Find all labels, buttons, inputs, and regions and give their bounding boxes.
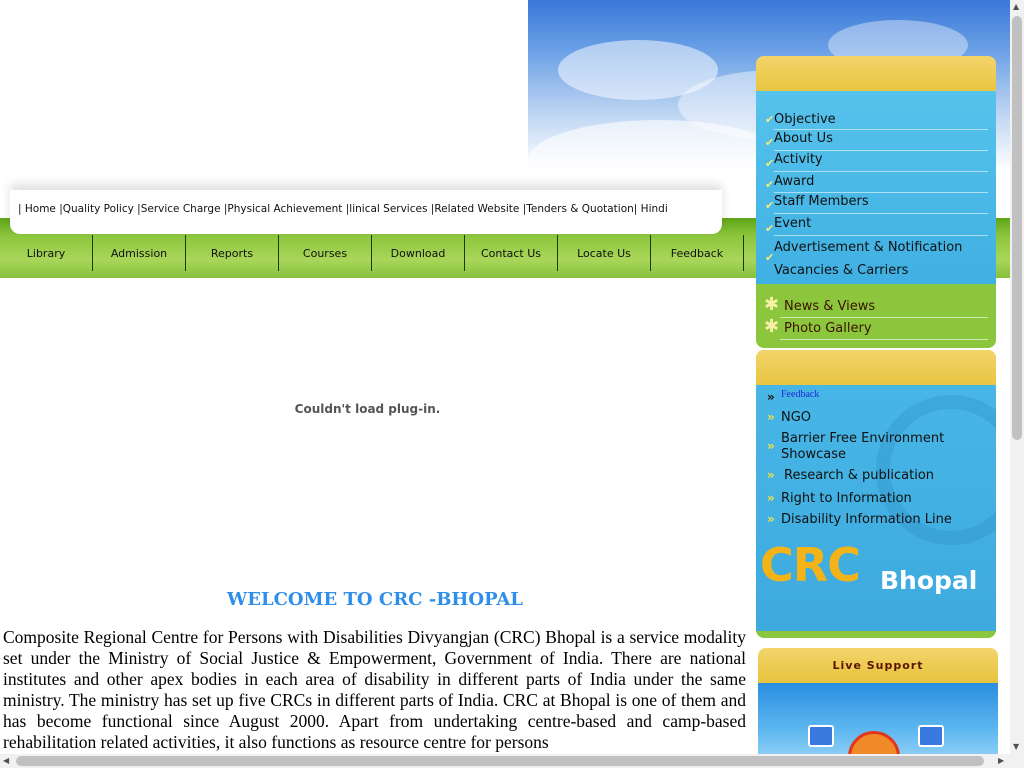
scroll-left-icon[interactable]: ◀ [3, 756, 9, 765]
double-chevron-icon: » [767, 390, 775, 404]
crc-logo-city: Bhopal [880, 566, 978, 595]
nav-courses[interactable]: Courses [279, 235, 372, 271]
star-bullet-icon: ✱ [764, 316, 780, 337]
nav-download[interactable]: Download [372, 235, 465, 271]
sidebar-item-news-views[interactable]: News & Views [784, 299, 875, 314]
top-link-physical-achievement[interactable]: |Physical Achievement [221, 203, 343, 215]
sidebar-item-award[interactable]: Award [774, 174, 814, 189]
top-link-related-website[interactable]: |Related Website [427, 203, 520, 215]
monitor-icon [918, 725, 944, 747]
sidebar-menu-panel: ✔ Objective ✔ About Us ✔ Activity ✔ Awar… [756, 56, 996, 348]
nav-contact-us[interactable]: Contact Us [465, 235, 558, 271]
checkmark-icon: ✔ [765, 222, 775, 235]
divider [774, 235, 988, 236]
sidebar-link-disability-line[interactable]: Disability Information Line [781, 512, 952, 528]
double-chevron-icon: » [767, 491, 775, 505]
welcome-title: WELCOME TO CRC -BHOPAL [227, 589, 523, 610]
sidebar-item-objective[interactable]: Objective [774, 112, 836, 127]
top-link-clinical-services[interactable]: |linical Services [342, 203, 428, 215]
nav-feedback[interactable]: Feedback [651, 235, 744, 271]
double-chevron-icon: » [767, 468, 775, 482]
star-bullet-icon: ✱ [764, 294, 780, 315]
sidebar-link-rti[interactable]: Right to Information [781, 491, 912, 507]
divider [780, 339, 988, 340]
top-link-hindi[interactable]: Hindi [637, 203, 668, 215]
crc-logo-text: CRC [760, 538, 861, 592]
plugin-error-message: Couldn't load plug-in. [294, 402, 441, 416]
top-link-home[interactable]: | Home [18, 203, 56, 215]
sidebar-menu-blue: ✔ Objective ✔ About Us ✔ Activity ✔ Awar… [756, 91, 996, 284]
horizontal-scroll-thumb[interactable] [16, 756, 984, 766]
horizontal-scrollbar[interactable]: ◀ ▶ [0, 754, 1024, 768]
vertical-scroll-thumb[interactable] [1012, 16, 1022, 440]
sidebar-item-about-us[interactable]: About Us [774, 131, 833, 146]
double-chevron-icon: » [767, 410, 775, 424]
sidebar-item-photo-gallery[interactable]: Photo Gallery [784, 321, 872, 336]
sidebar-item-event[interactable]: Event [774, 216, 811, 231]
top-links-row: | Home |Quality Policy |Service Charge |… [18, 203, 668, 215]
scroll-down-icon[interactable]: ▼ [1013, 742, 1019, 751]
scroll-right-icon[interactable]: ▶ [998, 756, 1004, 765]
nav-locate-us[interactable]: Locate Us [558, 235, 651, 271]
nav-admission[interactable]: Admission [93, 235, 186, 271]
checkmark-icon: ✔ [765, 136, 775, 149]
double-chevron-icon: » [767, 439, 775, 453]
vertical-scrollbar[interactable]: ▲ ▼ [1010, 0, 1024, 754]
panel-header [756, 56, 996, 91]
divider [774, 213, 988, 214]
live-support-panel: Live Support [758, 648, 998, 758]
checkmark-icon: ✔ [765, 157, 775, 170]
checkmark-icon: ✔ [765, 251, 775, 264]
panel-header: Live Support [758, 648, 998, 683]
sidebar-links-panel: » Feedback » NGO » Barrier Free Environm… [756, 350, 996, 638]
sidebar-link-ngo[interactable]: NGO [781, 410, 811, 426]
scroll-up-icon[interactable]: ▲ [1013, 2, 1019, 11]
divider [774, 171, 988, 172]
divider [774, 129, 988, 130]
live-support-title: Live Support [832, 659, 924, 672]
checkmark-icon: ✔ [765, 199, 775, 212]
main-nav: Library Admission Reports Courses Downlo… [0, 235, 750, 271]
divider [780, 317, 988, 318]
live-support-banner[interactable] [758, 683, 998, 758]
top-link-tenders[interactable]: |Tenders & Quotation| [519, 203, 638, 215]
sidebar-link-research[interactable]: Research & publication [784, 468, 934, 484]
sidebar-item-vacancies[interactable]: Vacancies & Carriers [774, 263, 908, 278]
checkmark-icon: ✔ [765, 178, 775, 191]
divider [774, 192, 988, 193]
intro-paragraph: Composite Regional Centre for Persons wi… [3, 627, 746, 752]
nav-library[interactable]: Library [0, 235, 93, 271]
sidebar-link-barrier-free[interactable]: Barrier Free Environment Showcase [781, 431, 981, 463]
sidebar-item-advertisement[interactable]: Advertisement & Notification [774, 240, 962, 255]
checkmark-icon: ✔ [765, 113, 775, 126]
sidebar-item-staff-members[interactable]: Staff Members [774, 194, 869, 209]
feedback-link[interactable]: Feedback [781, 389, 819, 400]
divider [774, 150, 988, 151]
top-link-service-charge[interactable]: |Service Charge [134, 203, 220, 215]
monitor-icon [808, 725, 834, 747]
sidebar-item-activity[interactable]: Activity [774, 152, 823, 167]
top-links-bar: | Home |Quality Policy |Service Charge |… [10, 190, 722, 234]
panel-header [756, 350, 996, 385]
nav-reports[interactable]: Reports [186, 235, 279, 271]
top-link-quality-policy[interactable]: |Quality Policy [56, 203, 134, 215]
double-chevron-icon: » [767, 512, 775, 526]
